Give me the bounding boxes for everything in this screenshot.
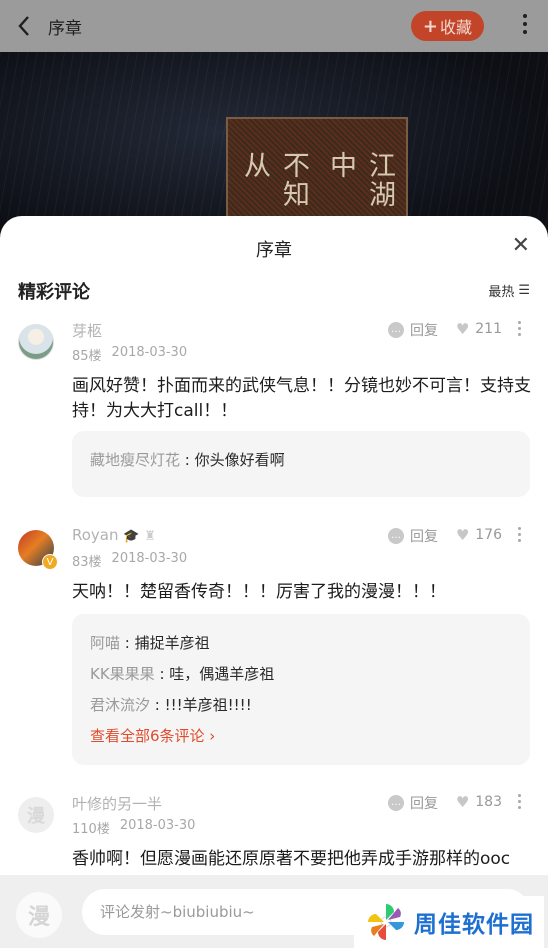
like-button[interactable]: ♥ 211 xyxy=(456,320,502,338)
reply-list[interactable]: 阿喵 : 捕捉羊彦祖 KK果果果 : 哇，偶遇羊彦祖 君沐流汐 : !!!羊彦祖… xyxy=(72,614,530,765)
more-options-icon[interactable] xyxy=(518,321,522,336)
reply-icon: … xyxy=(388,322,404,338)
close-icon[interactable]: ✕ xyxy=(512,234,530,258)
favorite-button[interactable]: + 收藏 xyxy=(410,11,484,41)
sort-label: 最热 xyxy=(488,285,515,300)
reply-item[interactable]: 君沐流汐 : !!!羊彦祖!!!! xyxy=(90,690,512,721)
reply-list[interactable]: 藏地瘦尽灯花 : 你头像好看啊 xyxy=(72,431,530,497)
reply-separator: : xyxy=(120,634,135,652)
more-options-icon[interactable] xyxy=(518,527,522,542)
view-all-replies-link[interactable]: 查看全部6条评论 › xyxy=(90,721,512,752)
comment-author[interactable]: 芽柩 xyxy=(72,320,102,341)
like-button[interactable]: ♥ 183 xyxy=(456,793,502,811)
heart-icon: ♥ xyxy=(455,526,470,544)
pinwheel-logo-icon xyxy=(368,904,404,940)
comment-date: 2018-03-30 xyxy=(111,345,188,360)
badge-icon: 🎓 xyxy=(123,529,140,544)
reply-item[interactable]: 阿喵 : 捕捉羊彦祖 xyxy=(90,628,512,659)
sheet-title: 序章 xyxy=(256,240,292,261)
more-vert-icon[interactable] xyxy=(522,14,528,34)
comment-author[interactable]: Royan 🎓 ♜ xyxy=(72,526,156,544)
like-count: 211 xyxy=(475,321,502,337)
reply-label: 回复 xyxy=(410,796,438,812)
top-bar: 序章 + 收藏 xyxy=(0,0,548,52)
reply-icon: … xyxy=(388,795,404,811)
reply-separator: : xyxy=(180,451,195,469)
comment-author[interactable]: 叶修的另一半 xyxy=(72,793,162,814)
comment-meta: 110楼 2018-03-30 xyxy=(72,818,195,837)
comment-date: 2018-03-30 xyxy=(119,818,196,833)
favorite-label: 收藏 xyxy=(439,18,472,37)
reply-item[interactable]: KK果果果 : 哇，偶遇羊彦祖 xyxy=(90,659,512,690)
comment-content: 画风好赞！扑面而来的武侠气息！！分镜也妙不可言！支持支持！为大大打call！！ xyxy=(72,376,531,421)
reply-text: 你头像好看啊 xyxy=(194,451,285,469)
reply-separator: : xyxy=(150,696,165,714)
comment-floor: 85楼 xyxy=(72,349,102,364)
comment-sheet: 序章 ✕ 精彩评论 最热 ☰ 芽柩 85楼 2018-03-30 … 回复 ♥ … xyxy=(0,216,548,948)
reply-button[interactable]: … 回复 xyxy=(388,320,438,340)
watermark-text: 周佳软件园 xyxy=(414,912,534,938)
reply-button[interactable]: … 回复 xyxy=(388,526,438,546)
reply-text: !!!羊彦祖!!!! xyxy=(164,696,252,714)
reply-author: 藏地瘦尽灯花 xyxy=(90,451,181,469)
comment-author-name: Royan xyxy=(72,526,119,544)
reply-label: 回复 xyxy=(410,323,438,339)
reply-label: 回复 xyxy=(410,529,438,545)
like-count: 176 xyxy=(475,527,502,543)
reply-text: 捕捉羊彦祖 xyxy=(134,634,210,652)
comment-meta: 85楼 2018-03-30 xyxy=(72,345,187,364)
reply-icon: … xyxy=(388,528,404,544)
reply-separator: : xyxy=(154,665,170,683)
page-title: 序章 xyxy=(48,18,82,39)
like-button[interactable]: ♥ 176 xyxy=(456,526,502,544)
sort-icon: ☰ xyxy=(518,283,530,298)
reply-text: 哇，偶遇羊彦祖 xyxy=(169,665,275,683)
reply-author: KK果果果 xyxy=(90,665,155,683)
like-count: 183 xyxy=(475,794,502,810)
sort-toggle[interactable]: 最热 ☰ xyxy=(488,281,530,300)
crown-badge-icon: ♜ xyxy=(144,529,156,544)
comment-meta: 83楼 2018-03-30 xyxy=(72,551,187,570)
heart-icon: ♥ xyxy=(455,793,470,811)
reply-author: 君沐流汐 xyxy=(90,696,151,714)
reply-button[interactable]: … 回复 xyxy=(388,793,438,813)
comment-floor: 110楼 xyxy=(72,822,110,837)
reply-author: 阿喵 xyxy=(90,634,121,652)
plus-icon: + xyxy=(422,15,438,37)
more-options-icon[interactable] xyxy=(518,794,522,809)
avatar[interactable]: 漫 xyxy=(18,797,54,833)
comment-content: 天呐！！楚留香传奇！！！厉害了我的漫漫！！！ xyxy=(72,582,446,602)
comment-floor: 83楼 xyxy=(72,555,102,570)
section-title: 精彩评论 xyxy=(18,282,90,303)
back-arrow-icon[interactable] xyxy=(0,0,48,52)
heart-icon: ♥ xyxy=(455,320,470,338)
avatar[interactable]: V xyxy=(18,530,58,570)
watermark: 周佳软件园 xyxy=(354,896,544,948)
avatar[interactable] xyxy=(18,324,54,360)
user-avatar[interactable]: 漫 xyxy=(16,892,62,938)
verified-icon: V xyxy=(42,554,58,570)
reply-item[interactable]: 藏地瘦尽灯花 : 你头像好看啊 xyxy=(90,445,512,476)
comment-content: 香帅啊！但愿漫画能还原原著不要把他弄成手游那样的ooc xyxy=(72,849,511,869)
comment-date: 2018-03-30 xyxy=(111,551,188,566)
